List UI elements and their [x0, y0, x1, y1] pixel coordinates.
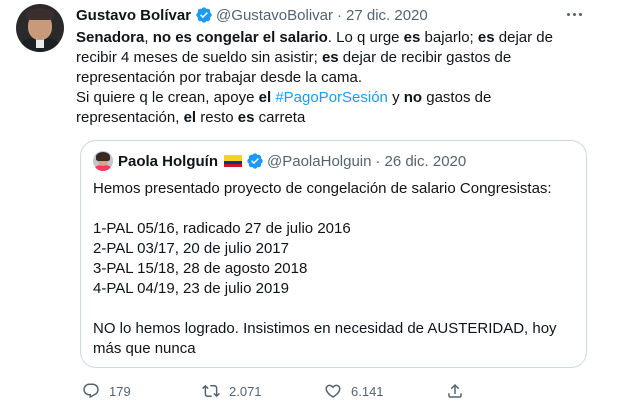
quoted-text-line: 4-PAL 04/19, 23 de julio 2019 — [93, 280, 289, 297]
retweet-count: 2.071 — [229, 383, 262, 399]
quoted-text-line: Hemos presentado proyecto de congelación… — [93, 180, 552, 197]
author-avatar[interactable] — [16, 4, 64, 52]
bold-text: es — [477, 29, 495, 46]
text-segment: dejar de recibir gastos de — [338, 49, 512, 66]
tweet[interactable]: Gustavo Bolívar @GustavoBolivar · 27 dic… — [0, 0, 619, 408]
quoted-text-line: NO lo hemos logrado. Insistimos en neces… — [93, 320, 557, 337]
quoted-tweet[interactable]: Paola Holguín @PaolaHolguin · 26 dic. 20… — [80, 140, 587, 368]
tweet-text-line: Senadora, no es congelar el salario. Lo … — [76, 28, 556, 48]
author-handle[interactable]: @GustavoBolivar — [216, 7, 333, 24]
reply-icon — [83, 383, 99, 399]
quoted-tweet-text: Hemos presentado proyecto de congelación… — [93, 179, 573, 359]
colombia-flag-icon — [224, 155, 243, 167]
separator-dot: · — [375, 152, 381, 170]
reply-count: 179 — [109, 383, 131, 399]
text-segment: recibir 4 meses de sueldo sin asistir; — [76, 49, 322, 66]
text-segment: representación por trabajar desde la cam… — [76, 69, 362, 86]
text-segment: Si quiere q le crean, apoye — [76, 89, 259, 106]
tweet-text: Senadora, no es congelar el salario. Lo … — [76, 28, 556, 128]
bold-text: es — [321, 49, 339, 66]
quoted-text-line: 2-PAL 03/17, 20 de julio 2017 — [93, 240, 289, 257]
heart-icon — [325, 384, 341, 398]
text-segment: . Lo q urge — [327, 29, 404, 46]
quoted-author-avatar — [93, 151, 113, 171]
retweet-icon — [202, 384, 220, 398]
text-segment: y — [387, 89, 404, 106]
text-segment: resto — [196, 109, 238, 126]
quoted-text-line: 3-PAL 15/18, 28 de agosto 2018 — [93, 260, 308, 277]
author-name[interactable]: Gustavo Bolívar — [76, 7, 191, 24]
quoted-text-line: más que nunca — [93, 340, 196, 357]
bold-text: el — [183, 109, 197, 126]
tweet-date[interactable]: 27 dic. 2020 — [346, 7, 428, 24]
separator-dot: · — [337, 6, 342, 24]
tweet-header: Gustavo Bolívar @GustavoBolivar · 27 dic… — [76, 5, 428, 25]
like-count: 6.141 — [351, 383, 384, 399]
bold-text: Senadora — [76, 29, 145, 46]
bold-text: el — [258, 89, 272, 106]
bold-text: es — [403, 29, 421, 46]
quoted-text-line: 1-PAL 05/16, radicado 27 de julio 2016 — [93, 220, 351, 237]
bold-text: no es congelar el salario — [152, 29, 328, 46]
verified-badge-icon — [195, 6, 213, 24]
text-segment: , — [144, 29, 153, 46]
tweet-text-line: recibir 4 meses de sueldo sin asistir; e… — [76, 48, 556, 68]
share-icon — [448, 383, 462, 398]
text-segment: gastos de — [422, 89, 492, 106]
like-button[interactable]: 6.141 — [324, 381, 384, 401]
bold-text: es — [237, 109, 255, 126]
share-button[interactable] — [446, 381, 473, 401]
text-segment: dejar de — [494, 29, 553, 46]
verified-badge-icon — [246, 152, 264, 170]
more-options-icon[interactable] — [562, 4, 586, 24]
reply-button[interactable]: 179 — [82, 381, 131, 401]
tweet-text-line: representación, el resto es carreta — [76, 108, 556, 128]
bold-text: no — [403, 89, 423, 106]
text-segment: carreta — [254, 109, 306, 126]
hashtag-link[interactable]: #PagoPorSesión — [275, 89, 388, 106]
quoted-tweet-header: Paola Holguín @PaolaHolguin · 26 dic. 20… — [93, 151, 466, 171]
quoted-author-name: Paola Holguín — [118, 152, 219, 170]
quoted-tweet-date: 26 dic. 2020 — [384, 152, 467, 170]
retweet-button[interactable]: 2.071 — [202, 381, 262, 401]
tweet-text-line: representación por trabajar desde la cam… — [76, 68, 556, 88]
quoted-author-handle: @PaolaHolguin — [267, 152, 372, 170]
tweet-text-line: Si quiere q le crean, apoye el #PagoPorS… — [76, 88, 556, 108]
text-segment: bajarlo; — [420, 29, 478, 46]
text-segment: representación, — [76, 109, 184, 126]
